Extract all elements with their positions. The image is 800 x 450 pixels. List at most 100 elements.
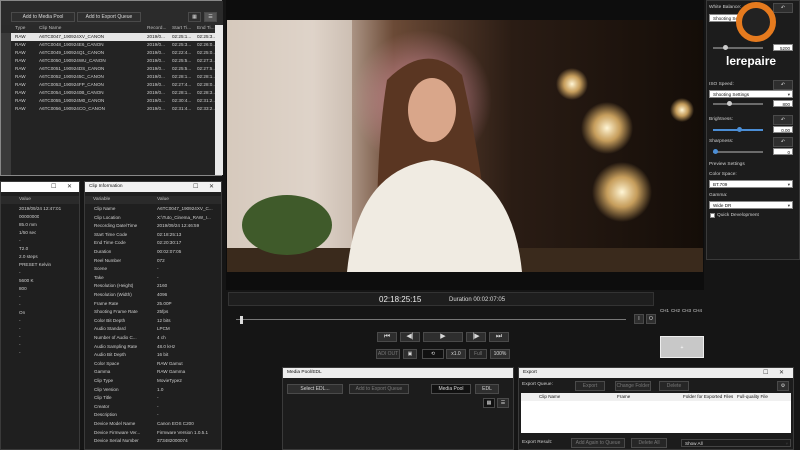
- loop-icon[interactable]: ⟲: [422, 349, 444, 359]
- table-row: Device Serial Number 373482000074: [85, 437, 221, 445]
- list-view-icon[interactable]: ☰: [497, 398, 509, 408]
- list-item: T2.0: [1, 245, 79, 253]
- table-row[interactable]: RAW A6TC0055_190924M0_CANON 2019/0... 02:30…: [1, 97, 215, 105]
- variable-text: Creator: [94, 403, 110, 409]
- iso-slider[interactable]: [713, 101, 763, 106]
- delete-all-button[interactable]: Delete All: [631, 438, 667, 448]
- vertical-scrollbar[interactable]: [215, 25, 223, 175]
- table-row: Shooting Frame Rate 25fps: [85, 308, 221, 316]
- table-row[interactable]: RAW A6TC0049_190924Q1_CANON 2019/0... 02:22…: [1, 49, 215, 57]
- add-to-media-pool-button[interactable]: Add to Media Pool: [11, 12, 75, 22]
- table-row: Take -: [85, 274, 221, 282]
- value-text: -: [19, 326, 21, 331]
- col-start[interactable]: Start Ti...: [172, 25, 194, 33]
- maximize-icon[interactable]: ☐: [763, 368, 768, 378]
- col-type[interactable]: Type: [15, 25, 35, 33]
- export-button[interactable]: Export: [575, 381, 605, 391]
- value-text: A6TC0047_190924XV_C...: [157, 206, 213, 211]
- grid-view-icon[interactable]: ▦: [188, 12, 201, 22]
- table-row[interactable]: RAW A6TC0053_190924FP_CANON 2019/0... 02:27…: [1, 81, 215, 89]
- col-clip-name[interactable]: Clip Name: [39, 25, 139, 33]
- value-text: -: [19, 294, 21, 299]
- mark-in-button[interactable]: I: [634, 314, 644, 324]
- playhead[interactable]: [239, 316, 243, 324]
- sharpness-slider[interactable]: [713, 149, 763, 154]
- quick-dev-checkbox[interactable]: [710, 213, 715, 218]
- table-row: Recording Date/Time 2019/09/24 12:46:59: [85, 222, 221, 230]
- variable-text: Resolution (Width): [94, 292, 132, 297]
- list-item: -: [1, 301, 79, 309]
- table-cell: RAW: [15, 90, 26, 95]
- list-item: PRESET Kelvin: [1, 261, 79, 269]
- value-text: 4 ch: [157, 335, 166, 340]
- table-row[interactable]: RAW A6TC0052_1909245C_CANON 2019/0... 02:28…: [1, 73, 215, 81]
- add-again-button[interactable]: Add Again to Queue: [571, 438, 625, 448]
- layout-icon[interactable]: ▣: [403, 349, 417, 359]
- table-row[interactable]: RAW A6TC0054_1909240B_CANON 2019/0... 02:28…: [1, 89, 215, 97]
- show-filter-select[interactable]: Show All: [681, 439, 791, 448]
- full-select[interactable]: Full: [469, 349, 487, 359]
- play-button[interactable]: ▶: [423, 332, 463, 342]
- delete-button[interactable]: Delete: [659, 381, 689, 391]
- reset-brightness-button[interactable]: ↶: [773, 115, 793, 125]
- table-row: Color Bit Depth 12 bits: [85, 317, 221, 325]
- table-cell: 2019/0...: [147, 98, 165, 103]
- col-end[interactable]: End Ti...: [197, 25, 215, 33]
- gamma-label: Gamma:: [709, 193, 728, 198]
- table-cell: 02:31:2...: [197, 98, 215, 103]
- seek-bar[interactable]: [230, 316, 626, 324]
- iso-input[interactable]: 800: [773, 100, 793, 107]
- table-cell: 02:28:1...: [172, 74, 192, 79]
- table-row[interactable]: RAW A6TC0050_190924WU_CANON 2019/0... 02:25…: [1, 57, 215, 65]
- tab-edl[interactable]: EDL: [475, 384, 499, 394]
- table-row[interactable]: RAW A6TC0048_190924E6_CANON 2019/0... 02:25…: [1, 41, 215, 49]
- close-icon[interactable]: ✕: [209, 182, 214, 192]
- table-row[interactable]: RAW A6TC0047_190924XV_CANON 2019/0... 02:25…: [1, 33, 215, 41]
- variable-text: Scene: [94, 266, 108, 272]
- tab-media-pool[interactable]: Media Pool: [431, 384, 471, 394]
- value-text: 1/50 sec: [19, 230, 37, 235]
- speed-select[interactable]: x1.0: [446, 349, 466, 359]
- settings-gear-icon[interactable]: ⚙: [777, 381, 789, 391]
- duration-label: Duration 00:02:07:05: [449, 297, 506, 303]
- table-row[interactable]: RAW A6TC0056_190924CO_CANON 2019/0... 02:31…: [1, 105, 215, 113]
- table-cell: 02:30:4...: [172, 98, 192, 103]
- sharpness-label: Sharpness:: [709, 139, 734, 144]
- value-text: LPCM: [157, 326, 170, 332]
- close-icon[interactable]: ✕: [67, 182, 72, 192]
- preview-thumbnail[interactable]: +: [660, 336, 704, 358]
- export-table-header: Clip Name Frame Folder for Exported File…: [521, 393, 791, 401]
- grid-view-icon[interactable]: ▦: [483, 398, 495, 408]
- add-to-export-queue-button[interactable]: Add to Export Queue: [349, 384, 409, 394]
- close-icon[interactable]: ✕: [779, 368, 784, 378]
- list-view-icon[interactable]: ☰: [204, 12, 217, 22]
- table-cell: RAW: [15, 34, 26, 39]
- change-folder-button[interactable]: Change Folder: [615, 381, 651, 391]
- select-edl-button[interactable]: Select EDL...: [287, 384, 343, 394]
- gamma-select[interactable]: Wide DR: [709, 201, 793, 210]
- variable-text: Shooting Frame Rate: [94, 309, 138, 315]
- add-to-export-queue-button[interactable]: Add to Export Queue: [77, 12, 141, 22]
- step-back-button[interactable]: ◀|: [400, 332, 420, 342]
- goto-start-button[interactable]: ⏮: [377, 332, 397, 342]
- table-cell: A6TC0052_1909245C_CANON: [39, 74, 104, 79]
- adi-out-button[interactable]: ADI OUT: [376, 349, 400, 359]
- col-record[interactable]: Record...: [147, 25, 169, 33]
- sharpness-input[interactable]: 0: [773, 148, 793, 155]
- list-item: 2.0 steps: [1, 253, 79, 261]
- brightness-slider[interactable]: [713, 127, 763, 132]
- maximize-icon[interactable]: ☐: [51, 182, 56, 192]
- iso-select[interactable]: Shooting Settings: [709, 90, 793, 99]
- maximize-icon[interactable]: ☐: [193, 182, 198, 192]
- reset-iso-button[interactable]: ↶: [773, 80, 793, 90]
- goto-end-button[interactable]: ⏭: [489, 332, 509, 342]
- color-space-select[interactable]: BT.709: [709, 180, 793, 189]
- reset-sharpness-button[interactable]: ↶: [773, 137, 793, 147]
- zoom-button[interactable]: 100%: [490, 349, 510, 359]
- table-cell: 2019/0...: [147, 42, 165, 47]
- mark-out-button[interactable]: O: [646, 314, 656, 324]
- brightness-input[interactable]: 0.00: [773, 126, 793, 133]
- table-row[interactable]: RAW A6TC0051_190924DS_CANON 2019/0... 02:25…: [1, 65, 215, 73]
- step-forward-button[interactable]: |▶: [466, 332, 486, 342]
- table-cell: RAW: [15, 98, 26, 103]
